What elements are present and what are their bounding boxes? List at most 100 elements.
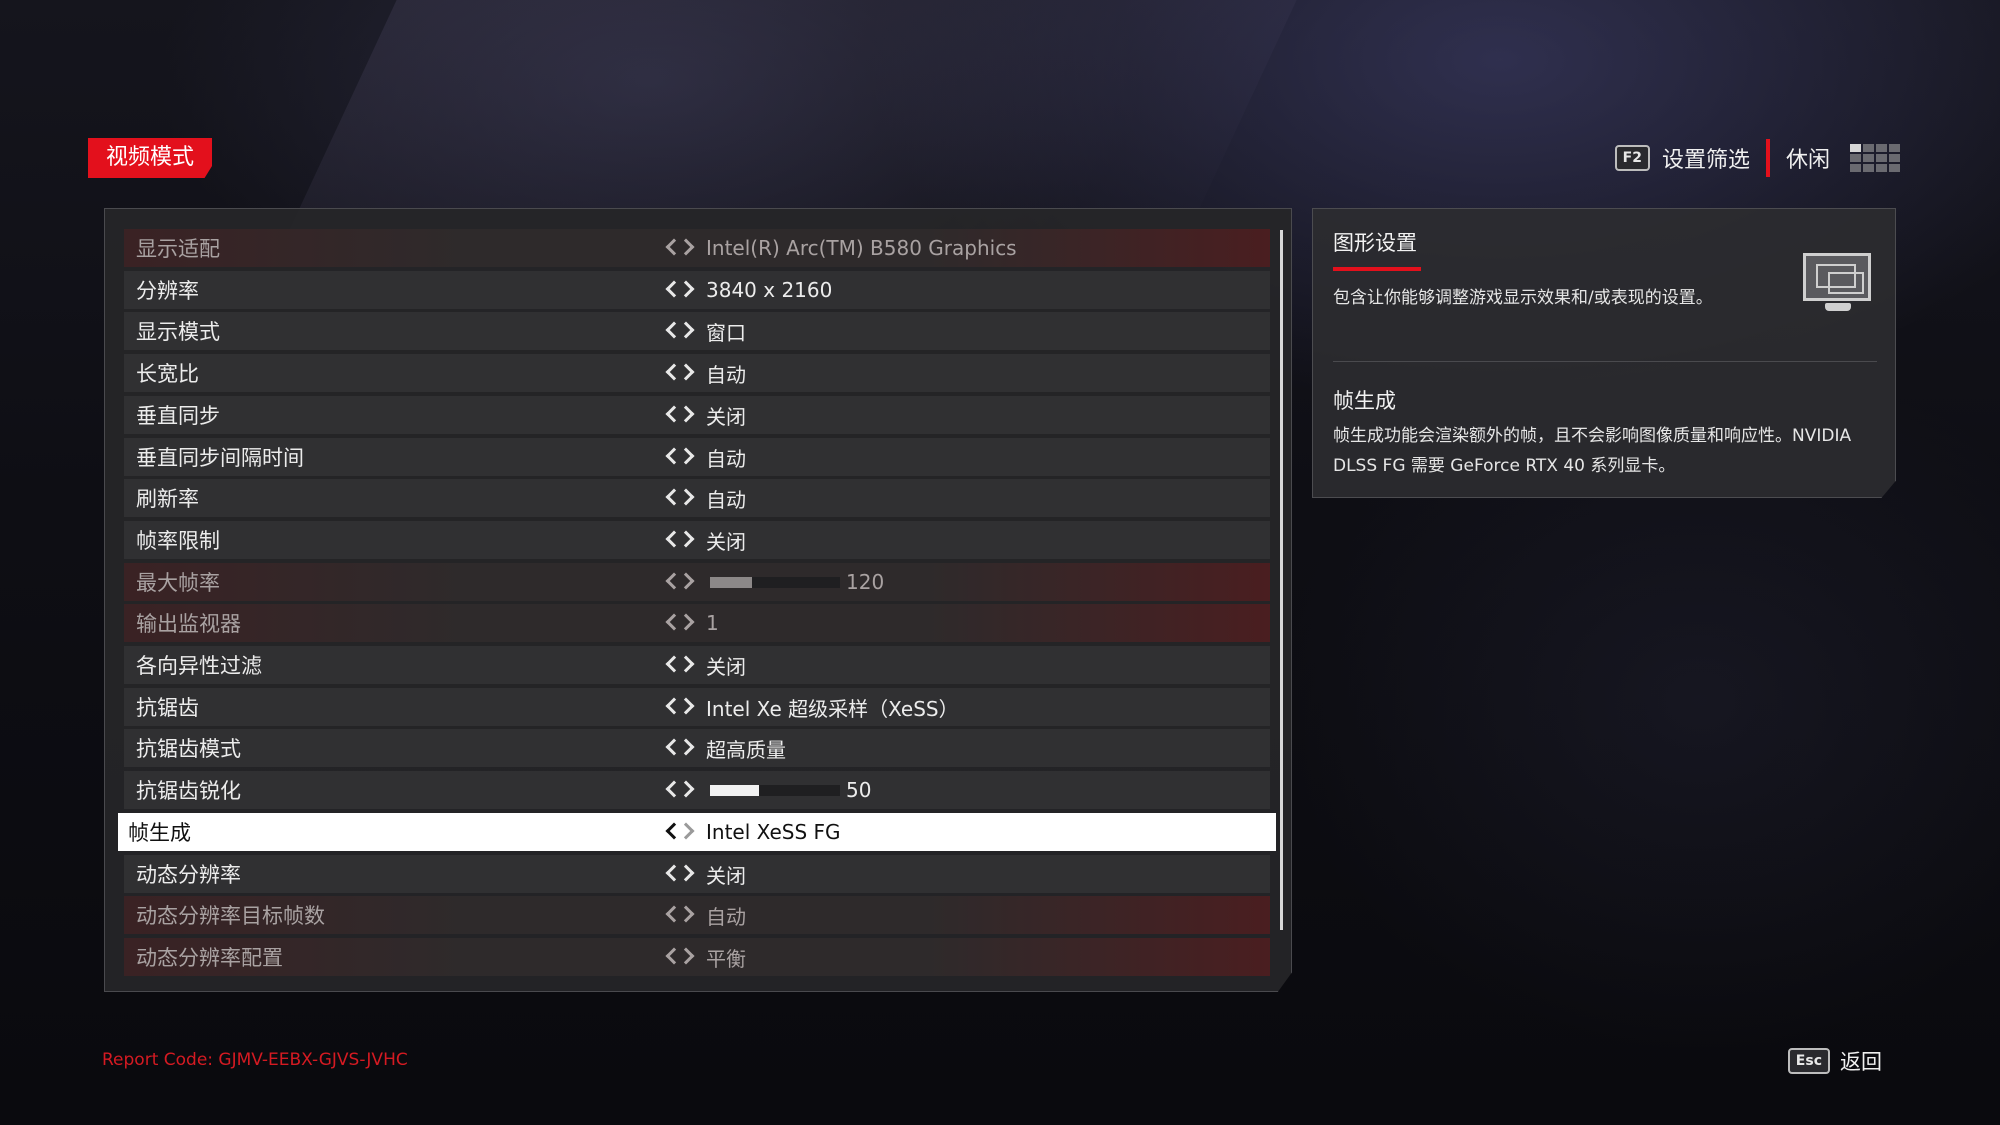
slider-value: 50 — [846, 778, 872, 802]
slider-fill — [710, 577, 752, 588]
setting-row[interactable]: 长宽比 自动 — [124, 354, 1270, 392]
chevron-right-icon[interactable] — [677, 447, 695, 465]
setting-label: 刷新率 — [136, 487, 199, 511]
setting-label: 动态分辨率配置 — [136, 946, 283, 970]
setting-value: Intel(R) Arc(TM) B580 Graphics — [706, 236, 1017, 260]
value-arrows — [664, 280, 700, 300]
value-arrows — [664, 905, 700, 925]
report-code: Report Code: GJMV-EEBX-GJVS-JVHC — [102, 1050, 408, 1070]
setting-label: 最大帧率 — [136, 571, 220, 595]
info-sub-description: 帧生成功能会渲染额外的帧，且不会影响图像质量和响应性。NVIDIA DLSS F… — [1333, 426, 1852, 476]
chevron-right-icon[interactable] — [677, 280, 695, 298]
setting-value: 1 — [706, 611, 719, 635]
setting-value: 自动 — [706, 362, 746, 387]
setting-value: 自动 — [706, 904, 746, 929]
back-button[interactable]: Esc 返回 — [1787, 1046, 1882, 1076]
setting-row[interactable]: 抗锯齿模式 超高质量 — [124, 729, 1270, 767]
setting-row[interactable]: 刷新率 自动 — [124, 479, 1270, 517]
monitor-icon — [1803, 253, 1873, 315]
info-title: 图形设置 — [1333, 231, 1417, 255]
setting-value: Intel XeSS FG — [706, 820, 841, 844]
setting-row[interactable]: 动态分辨率目标帧数 自动 — [124, 896, 1270, 934]
setting-row[interactable]: 动态分辨率配置 平衡 — [124, 938, 1270, 976]
setting-row[interactable]: 最大帧率 120 — [124, 563, 1270, 601]
value-arrows — [664, 447, 700, 467]
value-arrows — [664, 822, 700, 842]
info-title-underline — [1333, 267, 1421, 271]
value-arrows — [664, 405, 700, 425]
chevron-right-icon[interactable] — [677, 488, 695, 506]
chevron-right-icon[interactable] — [677, 613, 695, 631]
setting-value: 关闭 — [706, 654, 746, 679]
chevron-right-icon[interactable] — [677, 655, 695, 673]
setting-label: 输出监视器 — [136, 612, 241, 636]
chevron-right-icon[interactable] — [677, 738, 695, 756]
chevron-right-icon[interactable] — [677, 822, 695, 840]
setting-value: 关闭 — [706, 863, 746, 888]
value-slider[interactable] — [710, 577, 840, 588]
setting-row[interactable]: 动态分辨率 关闭 — [124, 855, 1270, 893]
setting-label: 显示模式 — [136, 320, 220, 344]
setting-row[interactable]: 抗锯齿 Intel Xe 超级采样（XeSS） — [124, 688, 1270, 726]
chevron-right-icon[interactable] — [677, 697, 695, 715]
setting-label: 分辨率 — [136, 279, 199, 303]
setting-label: 动态分辨率 — [136, 863, 241, 887]
chevron-right-icon[interactable] — [677, 572, 695, 590]
slider-fill — [710, 785, 760, 796]
value-arrows — [664, 363, 700, 383]
setting-row[interactable]: 帧生成 Intel XeSS FG — [118, 813, 1276, 851]
chevron-right-icon[interactable] — [677, 905, 695, 923]
setting-label: 抗锯齿模式 — [136, 737, 241, 761]
value-arrows — [664, 238, 700, 258]
slider-value: 120 — [846, 570, 885, 594]
settings-filter-button[interactable]: 设置筛选 — [1662, 142, 1750, 174]
setting-label: 动态分辨率目标帧数 — [136, 904, 325, 928]
setting-row[interactable]: 帧率限制 关闭 — [124, 521, 1270, 559]
info-subtitle: 帧生成 — [1333, 389, 1396, 413]
red-divider — [1765, 139, 1770, 177]
value-arrows — [664, 697, 700, 717]
setting-row[interactable]: 分辨率 3840 x 2160 — [124, 271, 1270, 309]
chevron-right-icon[interactable] — [677, 238, 695, 256]
setting-label: 各向异性过滤 — [136, 654, 262, 678]
setting-value: 关闭 — [706, 529, 746, 554]
value-arrows — [664, 655, 700, 675]
setting-row[interactable]: 垂直同步间隔时间 自动 — [124, 438, 1270, 476]
setting-row[interactable]: 垂直同步 关闭 — [124, 396, 1270, 434]
value-arrows — [664, 572, 700, 592]
chevron-right-icon[interactable] — [677, 947, 695, 965]
setting-label: 抗锯齿 — [136, 696, 199, 720]
setting-value: 关闭 — [706, 404, 746, 429]
back-label: 返回 — [1840, 1050, 1882, 1074]
f2-key-icon: F2 — [1614, 145, 1650, 171]
setting-value: 平衡 — [706, 946, 746, 971]
value-arrows — [664, 321, 700, 341]
settings-scrollbar[interactable] — [1280, 230, 1283, 930]
value-arrows — [664, 613, 700, 633]
chevron-right-icon[interactable] — [677, 780, 695, 798]
value-slider[interactable] — [710, 785, 840, 796]
setting-label: 长宽比 — [136, 362, 199, 386]
top-controls: F2 设置筛选 休闲 — [1614, 138, 1900, 178]
setting-label: 抗锯齿锐化 — [136, 779, 241, 803]
setting-label: 显示适配 — [136, 237, 220, 261]
setting-value: 自动 — [706, 487, 746, 512]
chevron-right-icon[interactable] — [677, 864, 695, 882]
setting-label: 垂直同步 — [136, 404, 220, 428]
setting-row[interactable]: 输出监视器 1 — [124, 604, 1270, 642]
chevron-right-icon[interactable] — [677, 321, 695, 339]
setting-row[interactable]: 显示模式 窗口 — [124, 312, 1270, 350]
value-arrows — [664, 864, 700, 884]
chevron-right-icon[interactable] — [677, 405, 695, 423]
setting-row[interactable]: 各向异性过滤 关闭 — [124, 646, 1270, 684]
info-panel: 图形设置 包含让你能够调整游戏显示效果和/或表现的设置。 帧生成 帧生成功能会渲… — [1312, 208, 1896, 498]
setting-row[interactable]: 抗锯齿锐化 50 — [124, 771, 1270, 809]
setting-value: 窗口 — [706, 320, 746, 345]
setting-value: Intel Xe 超级采样（XeSS） — [706, 696, 959, 721]
chevron-right-icon[interactable] — [677, 363, 695, 381]
setting-row[interactable]: 显示适配 Intel(R) Arc(TM) B580 Graphics — [124, 229, 1270, 267]
preset-label[interactable]: 休闲 — [1786, 142, 1830, 174]
setting-label: 帧率限制 — [136, 529, 220, 553]
setting-value: 自动 — [706, 446, 746, 471]
chevron-right-icon[interactable] — [677, 530, 695, 548]
